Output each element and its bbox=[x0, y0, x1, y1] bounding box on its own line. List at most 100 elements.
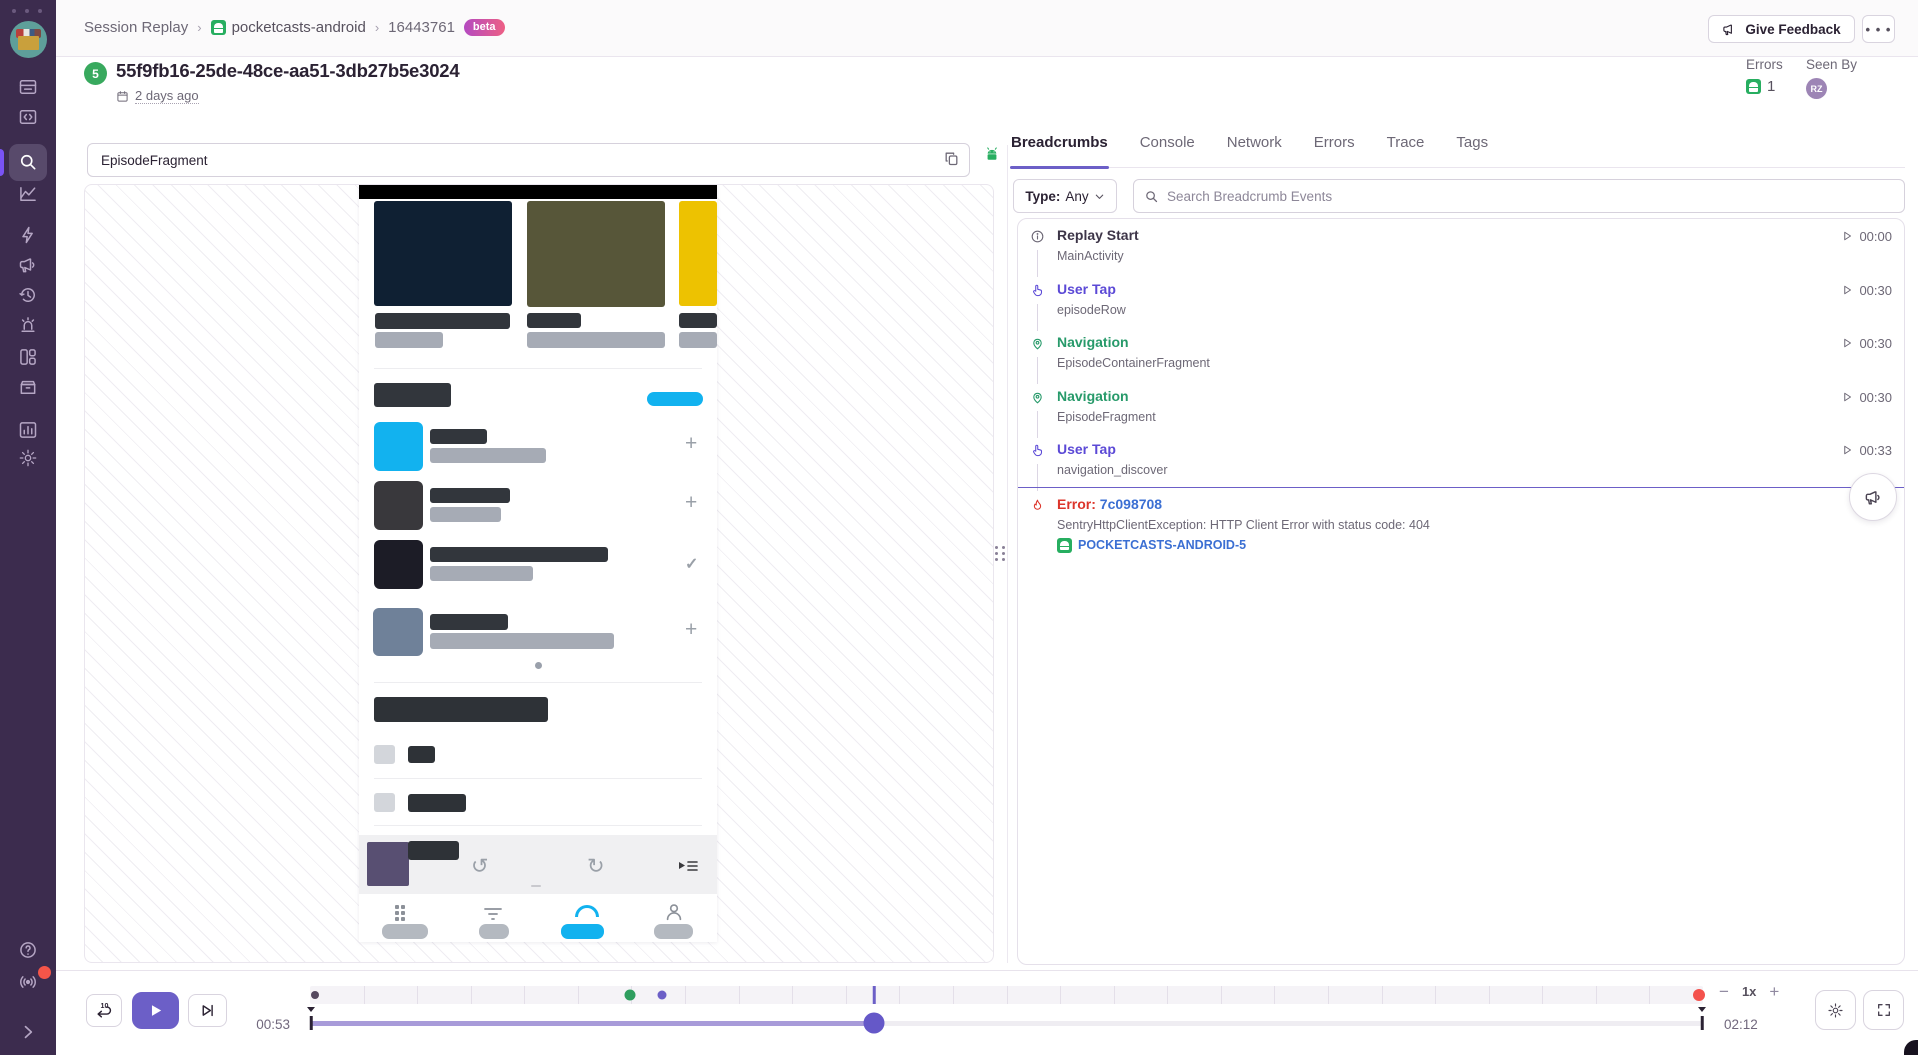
breadcrumb-event-row[interactable]: User Tap episodeRow00:30 bbox=[1018, 273, 1904, 327]
event-subtitle: episodeRow bbox=[1057, 303, 1841, 317]
filter-nav-icon bbox=[483, 907, 503, 921]
event-title[interactable]: User Tap bbox=[1057, 441, 1841, 458]
chevron-right-icon bbox=[18, 1022, 38, 1042]
speed-decrease-button[interactable]: − bbox=[1719, 983, 1729, 1000]
event-timestamp[interactable]: 00:30 bbox=[1841, 388, 1892, 434]
megaphone-icon bbox=[18, 255, 38, 275]
tab-tags[interactable]: Tags bbox=[1455, 128, 1489, 167]
copy-icon bbox=[943, 150, 960, 167]
sidebar-item-alerts[interactable] bbox=[18, 315, 38, 335]
window-controls bbox=[12, 9, 42, 13]
session-replay-app: Session Replay › pocketcasts-android › 1… bbox=[0, 0, 1918, 1055]
event-title[interactable]: User Tap bbox=[1057, 281, 1841, 298]
sidebar-item-settings[interactable] bbox=[18, 448, 38, 468]
sidebar-item-releases[interactable] bbox=[18, 377, 38, 397]
search-icon bbox=[18, 152, 38, 172]
beta-badge: beta bbox=[464, 19, 505, 36]
sidebar-item-dashboards[interactable] bbox=[18, 184, 38, 204]
sidebar-item-projects[interactable] bbox=[18, 107, 38, 127]
event-title[interactable]: Navigation bbox=[1057, 334, 1841, 351]
speed-increase-button[interactable]: + bbox=[1769, 983, 1779, 1000]
error-id-link[interactable]: 7c098708 bbox=[1100, 496, 1162, 512]
event-type-icon bbox=[1028, 388, 1050, 434]
play-from-here-icon bbox=[1841, 230, 1853, 242]
event-title[interactable]: Navigation bbox=[1057, 388, 1841, 405]
detail-tabs: Breadcrumbs Console Network Errors Trace Tags bbox=[1010, 128, 1905, 168]
breadcrumb-section[interactable]: Session Replay bbox=[84, 19, 188, 36]
breadcrumb-separator: › bbox=[375, 20, 379, 35]
timeline-cursor-line bbox=[873, 986, 876, 1004]
panel-resize-handle[interactable] bbox=[995, 546, 1008, 566]
breadcrumb-event-row[interactable]: Replay StartMainActivity00:00 bbox=[1018, 219, 1904, 273]
tab-console[interactable]: Console bbox=[1139, 128, 1196, 167]
timeline-scrubber[interactable] bbox=[864, 1013, 885, 1034]
floating-feedback-button[interactable] bbox=[1849, 473, 1897, 521]
breadcrumb-event-row[interactable]: NavigationEpisodeFragment00:30 bbox=[1018, 380, 1904, 434]
sidebar-item-replays[interactable] bbox=[18, 285, 38, 305]
sidebar-item-issues[interactable] bbox=[18, 77, 38, 97]
play-from-here-icon bbox=[1841, 444, 1853, 456]
breadcrumb-event-row[interactable]: NavigationEpisodeContainerFragment00:30 bbox=[1018, 326, 1904, 380]
breadcrumb-project[interactable]: pocketcasts-android bbox=[211, 19, 366, 36]
sidebar-item-stats[interactable] bbox=[18, 420, 38, 440]
timeline-purple-marker[interactable] bbox=[658, 991, 667, 1000]
sidebar-active-accent bbox=[0, 149, 4, 176]
history-clock-icon bbox=[18, 285, 38, 305]
timeline-start-dot[interactable] bbox=[311, 991, 319, 999]
sidebar-item-insights[interactable] bbox=[18, 347, 38, 367]
more-options-button[interactable]: • • • bbox=[1862, 15, 1895, 43]
tab-errors[interactable]: Errors bbox=[1313, 128, 1356, 167]
replay-age-text[interactable]: 2 days ago bbox=[135, 88, 199, 104]
chevron-down-icon bbox=[1094, 191, 1105, 202]
breadcrumb-event-row[interactable]: User Tapnavigation_discover00:33 bbox=[1018, 433, 1904, 487]
timeline-start-marker bbox=[307, 1007, 315, 1016]
timeline[interactable] bbox=[310, 971, 1703, 1055]
timeline-green-marker[interactable] bbox=[625, 990, 636, 1001]
type-filter-dropdown[interactable]: Type: Any bbox=[1013, 179, 1117, 213]
seen-by-avatar[interactable]: RZ bbox=[1806, 78, 1827, 99]
copy-selector-button[interactable] bbox=[941, 150, 961, 170]
current-time: 00:53 bbox=[208, 1017, 290, 1032]
sidebar-item-quickstart[interactable] bbox=[18, 225, 38, 245]
timeline-activity-band bbox=[310, 986, 1703, 1004]
breadcrumb-replay-id[interactable]: 16443761 bbox=[388, 19, 455, 36]
event-timestamp[interactable]: 00:30 bbox=[1841, 281, 1892, 327]
play-button[interactable] bbox=[132, 992, 179, 1029]
timeline-error-marker[interactable] bbox=[1693, 989, 1705, 1001]
event-timestamp[interactable]: 00:30 bbox=[1841, 334, 1892, 380]
event-type-icon bbox=[1028, 281, 1050, 327]
event-timestamp[interactable]: 00:00 bbox=[1841, 227, 1892, 273]
sidebar-collapse-toggle[interactable] bbox=[18, 1022, 38, 1042]
topbar: Session Replay › pocketcasts-android › 1… bbox=[56, 0, 1918, 57]
player-settings-button[interactable] bbox=[1815, 990, 1856, 1030]
notification-dot bbox=[38, 966, 51, 979]
tab-breadcrumbs[interactable]: Breadcrumbs bbox=[1010, 128, 1109, 167]
sidebar-item-broadcasts[interactable] bbox=[18, 972, 38, 992]
speed-value[interactable]: 1x bbox=[1742, 984, 1756, 999]
issue-link[interactable]: POCKETCASTS-ANDROID-5 bbox=[1057, 538, 1880, 553]
speed-controls: − 1x + bbox=[1719, 983, 1779, 1000]
sidebar-item-explore[interactable] bbox=[18, 152, 38, 172]
breadcrumb-event-row[interactable]: Error: 7c098708SentryHttpClientException… bbox=[1018, 487, 1904, 563]
search-icon bbox=[1144, 189, 1159, 204]
dom-selector-input[interactable] bbox=[87, 143, 970, 177]
give-feedback-button[interactable]: Give Feedback bbox=[1708, 15, 1855, 43]
breadcrumb-search bbox=[1133, 179, 1905, 213]
replay-viewport[interactable]: ++✓+↺↻ bbox=[84, 184, 994, 963]
play-from-here-icon bbox=[1841, 337, 1853, 349]
rewind-10-button[interactable]: 10 bbox=[86, 994, 122, 1027]
event-title[interactable]: Error: 7c098708 bbox=[1057, 496, 1880, 513]
event-title[interactable]: Replay Start bbox=[1057, 227, 1841, 244]
sidebar-item-help[interactable] bbox=[18, 940, 38, 960]
sidebar-item-feedback[interactable] bbox=[18, 255, 38, 275]
play-icon bbox=[147, 1002, 164, 1019]
megaphone-icon bbox=[1722, 22, 1737, 37]
tab-trace[interactable]: Trace bbox=[1386, 128, 1426, 167]
tab-network[interactable]: Network bbox=[1226, 128, 1283, 167]
rewind-10-icon: 10 bbox=[95, 1001, 114, 1020]
org-avatar[interactable] bbox=[10, 21, 47, 58]
breadcrumb-search-input[interactable] bbox=[1167, 189, 1894, 204]
page-header: 5 55f9fb16-25de-48ce-aa51-3db27b5e3024 2… bbox=[56, 57, 1918, 111]
gear-icon bbox=[18, 448, 38, 468]
fullscreen-button[interactable] bbox=[1863, 990, 1904, 1030]
